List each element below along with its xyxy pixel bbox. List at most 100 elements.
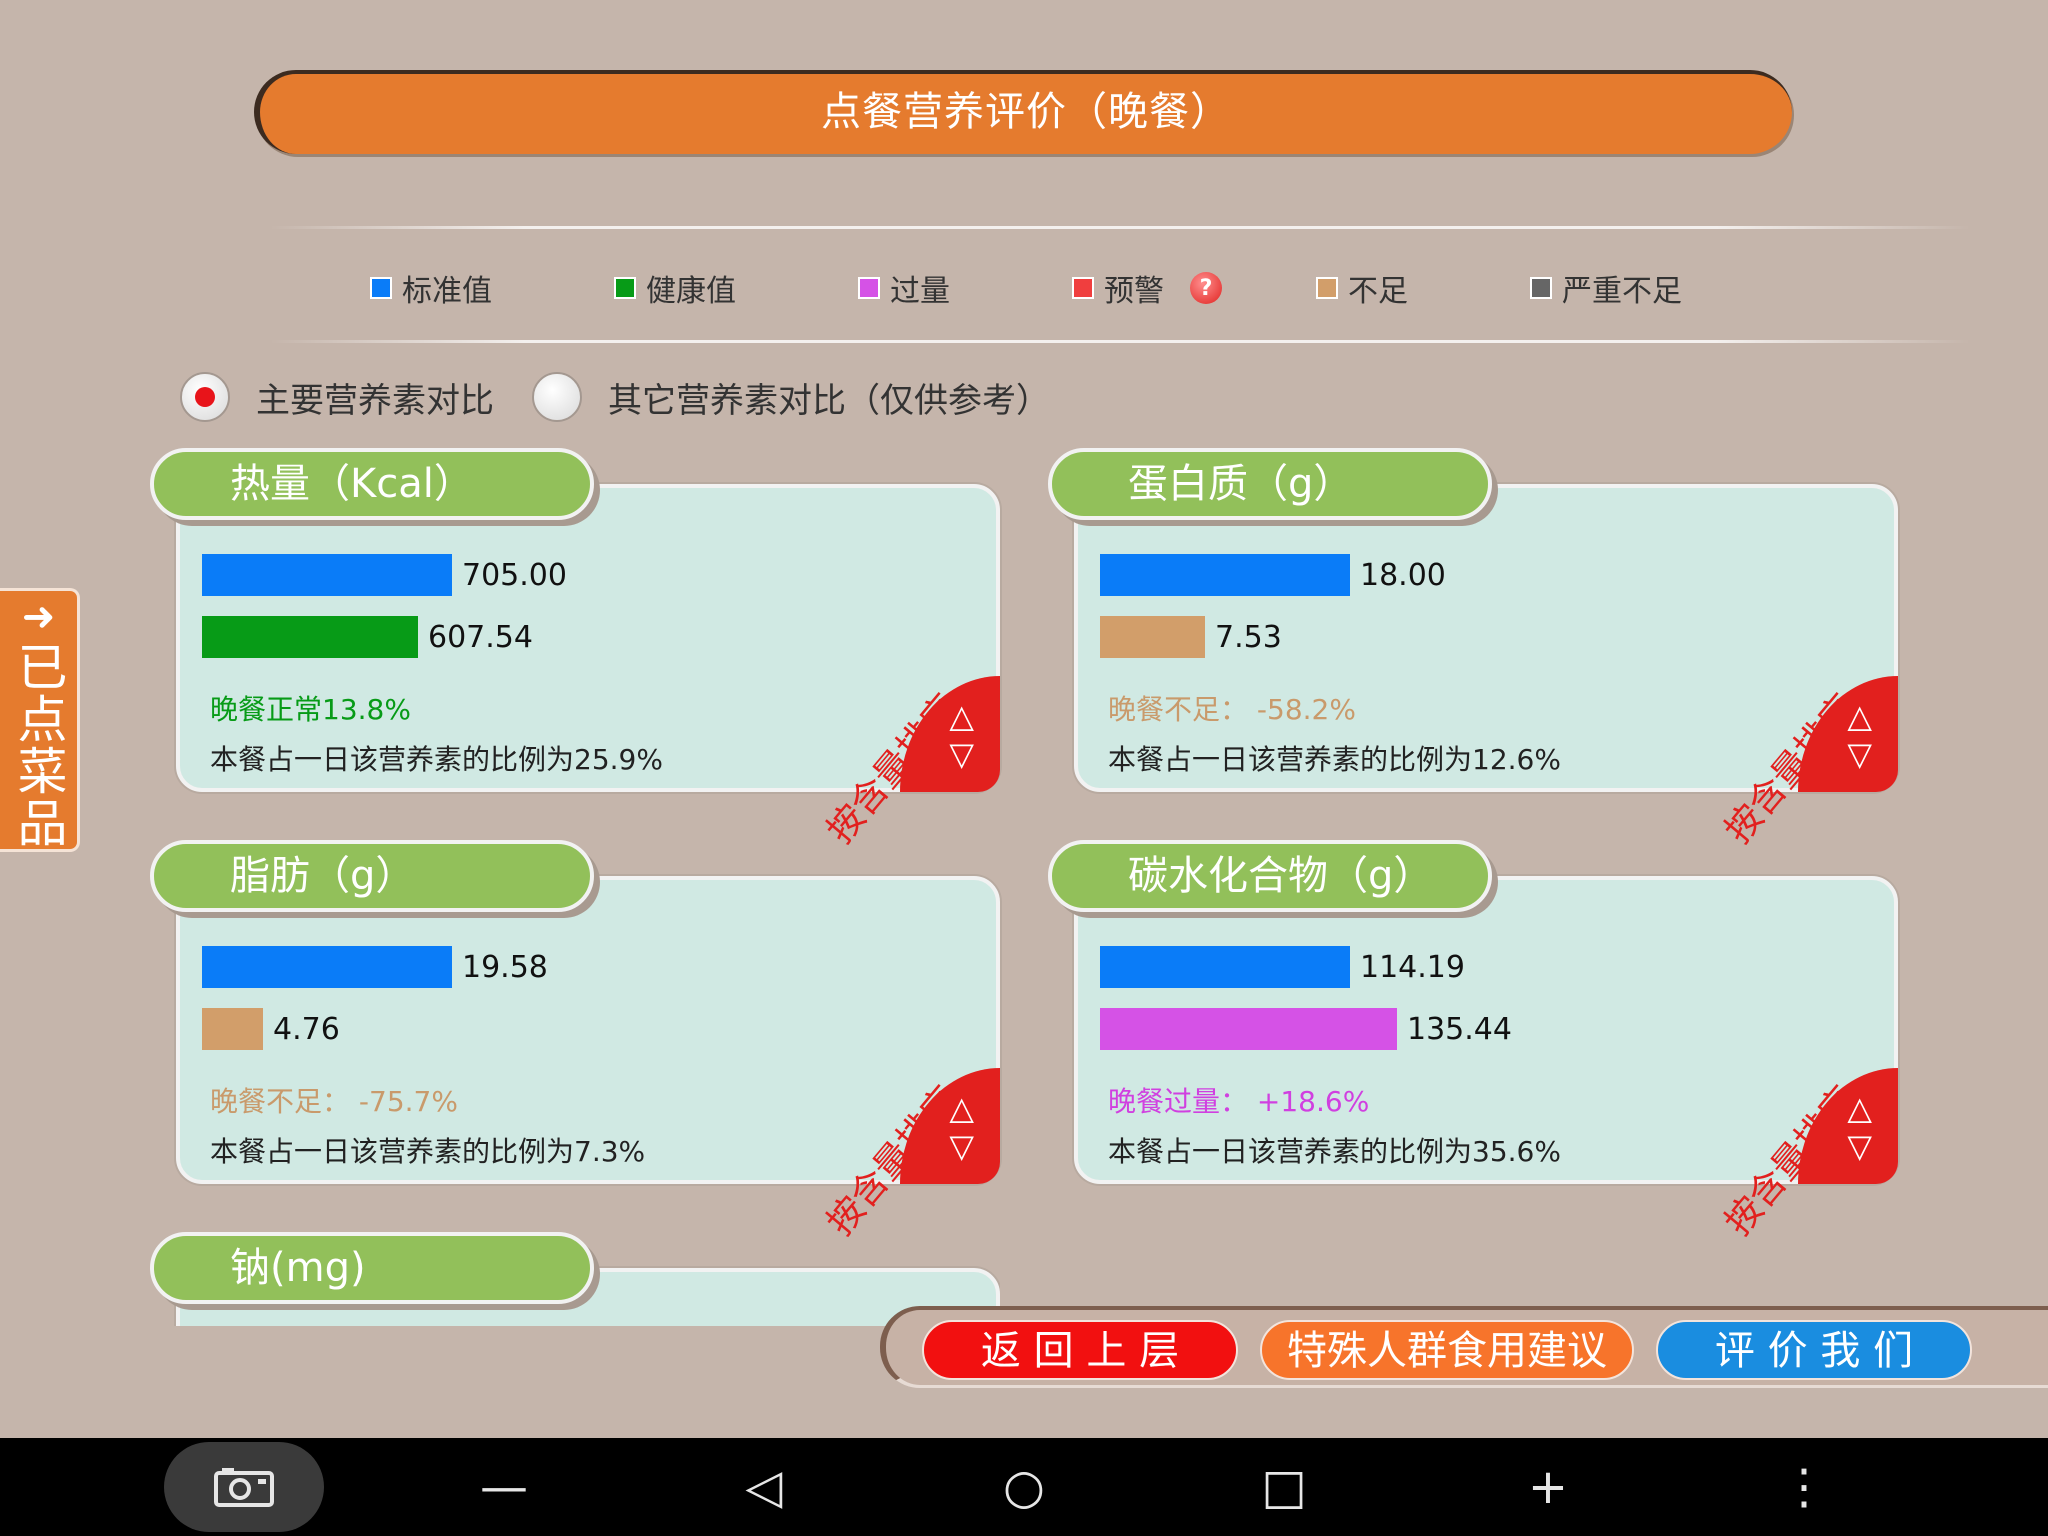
sort-down-icon[interactable]: ▽ — [1847, 1130, 1872, 1162]
rate-us-button[interactable]: 评 价 我 们 — [1656, 1320, 1972, 1380]
actual-value: 7.53 — [1215, 619, 1282, 655]
legend-label: 严重不足 — [1562, 274, 1682, 309]
standard-value: 114.19 — [1360, 949, 1465, 985]
card-body: 19.58 4.76 晚餐不足： -75.7% 本餐占一日该营养素的比例为7.3… — [176, 876, 1000, 1243]
divider — [270, 340, 1970, 343]
ordered-dishes-tab[interactable]: ➜ 已点菜品 — [0, 588, 80, 852]
system-nav-bar: — ◁ ○ □ + ⋮ — [0, 1438, 2048, 1536]
legend-label: 标准值 — [402, 274, 492, 309]
nutrient-card-protein: 18.00 7.53 晚餐不足： -58.2% 本餐占一日该营养素的比例为12.… — [1048, 448, 1898, 851]
tab-main-nutrients[interactable]: 主要营养素对比 — [180, 372, 494, 422]
standard-bar-row: 114.19 — [1100, 946, 1465, 988]
legend-standard: 标准值 — [370, 268, 492, 309]
ratio-text: 本餐占一日该营养素的比例为7.3% — [210, 1135, 646, 1168]
actual-value: 4.76 — [273, 1011, 340, 1047]
actual-bar-row: 4.76 — [202, 1008, 340, 1050]
legend-excess: 过量 — [858, 268, 950, 309]
legend-swatch — [614, 277, 636, 299]
card-title: 蛋白质（g） — [1048, 448, 1492, 520]
card-body: 18.00 7.53 晚餐不足： -58.2% 本餐占一日该营养素的比例为12.… — [1074, 484, 1898, 851]
sort-down-icon[interactable]: ▽ — [1847, 738, 1872, 770]
legend-swatch — [1072, 277, 1094, 299]
back-nav-icon[interactable]: ◁ — [714, 1438, 814, 1536]
legend-swatch — [858, 277, 880, 299]
actual-value: 607.54 — [428, 619, 533, 655]
camera-icon[interactable] — [164, 1442, 324, 1532]
divider — [270, 226, 1970, 229]
tab-other-nutrients[interactable]: 其它营养素对比（仅供参考） — [532, 372, 1050, 422]
legend-swatch — [1530, 277, 1552, 299]
ratio-text: 本餐占一日该营养素的比例为25.9% — [210, 743, 663, 776]
nutrient-card-sodium: 钠(mg) — [150, 1232, 1000, 1326]
actual-bar — [202, 616, 418, 658]
ratio-text: 本餐占一日该营养素的比例为12.6% — [1108, 743, 1561, 776]
question-help-icon[interactable]: ? — [1190, 272, 1222, 304]
volume-up-icon[interactable]: + — [1498, 1438, 1598, 1536]
standard-value: 705.00 — [462, 557, 567, 593]
standard-bar-row: 18.00 — [1100, 554, 1446, 596]
standard-bar — [202, 554, 452, 596]
ratio-text: 本餐占一日该营养素的比例为35.6% — [1108, 1135, 1561, 1168]
sort-up-icon[interactable]: △ — [1847, 1092, 1872, 1124]
nutrient-card-energy: 705.00 607.54 晚餐正常13.8% 本餐占一日该营养素的比例为25.… — [150, 448, 1000, 851]
standard-bar — [1100, 554, 1350, 596]
standard-bar — [1100, 946, 1350, 988]
sort-up-icon[interactable]: △ — [949, 700, 974, 732]
legend-swatch — [370, 277, 392, 299]
nutrient-card-carbohydrate: 114.19 135.44 晚餐过量： +18.6% 本餐占一日该营养素的比例为… — [1048, 840, 1898, 1243]
sort-down-icon[interactable]: ▽ — [949, 738, 974, 770]
status-text: 晚餐正常13.8% — [210, 693, 411, 726]
sort-button[interactable]: △ ▽ — [900, 676, 1000, 792]
card-title: 钠(mg) — [150, 1232, 594, 1304]
volume-down-icon[interactable]: — — [454, 1438, 554, 1536]
back-button[interactable]: 返 回 上 层 — [922, 1320, 1238, 1380]
menu-more-icon[interactable]: ⋮ — [1754, 1438, 1854, 1536]
legend-label: 不足 — [1348, 274, 1408, 309]
sort-up-icon[interactable]: △ — [949, 1092, 974, 1124]
legend-label: 健康值 — [646, 274, 736, 309]
home-nav-icon[interactable]: ○ — [974, 1438, 1074, 1536]
card-title: 碳水化合物（g） — [1048, 840, 1492, 912]
sort-down-icon[interactable]: ▽ — [949, 1130, 974, 1162]
standard-value: 19.58 — [462, 949, 548, 985]
card-title: 脂肪（g） — [150, 840, 594, 912]
actual-bar — [1100, 616, 1205, 658]
status-text: 晚餐不足： -75.7% — [210, 1085, 458, 1118]
legend-warning: 预警 ? — [1072, 268, 1222, 309]
card-body: 114.19 135.44 晚餐过量： +18.6% 本餐占一日该营养素的比例为… — [1074, 876, 1898, 1243]
sort-button[interactable]: △ ▽ — [1798, 1068, 1898, 1184]
camera-icon-glyph — [214, 1468, 274, 1507]
actual-bar-row: 7.53 — [1100, 616, 1282, 658]
legend-label: 预警 — [1104, 274, 1164, 309]
recents-nav-icon[interactable]: □ — [1234, 1438, 1334, 1536]
radio-unselected[interactable] — [532, 372, 582, 422]
sort-up-icon[interactable]: △ — [1847, 700, 1872, 732]
legend-label: 过量 — [890, 274, 950, 309]
actual-value: 135.44 — [1407, 1011, 1512, 1047]
legend-healthy: 健康值 — [614, 268, 736, 309]
nutrient-card-fat: 19.58 4.76 晚餐不足： -75.7% 本餐占一日该营养素的比例为7.3… — [150, 840, 1000, 1243]
legend-severe: 严重不足 — [1530, 268, 1682, 309]
action-bar: 返 回 上 层 特殊人群食用建议 评 价 我 们 — [880, 1306, 2048, 1388]
special-groups-advice-button[interactable]: 特殊人群食用建议 — [1260, 1320, 1634, 1380]
card-title: 热量（Kcal） — [150, 448, 594, 520]
status-text: 晚餐不足： -58.2% — [1108, 693, 1356, 726]
radio-dot — [195, 387, 215, 407]
sort-button[interactable]: △ ▽ — [900, 1068, 1000, 1184]
radio-selected[interactable] — [180, 372, 230, 422]
legend-insufficient: 不足 — [1316, 268, 1408, 309]
tab-label: 主要营养素对比 — [256, 380, 494, 421]
arrow-right-icon: ➜ — [21, 594, 56, 640]
actual-bar-row: 607.54 — [202, 616, 533, 658]
actual-bar — [202, 1008, 263, 1050]
ordered-dishes-label: 已点菜品 — [9, 641, 68, 849]
standard-bar-row: 19.58 — [202, 946, 548, 988]
page-title: 点餐营养评价（晚餐） — [254, 70, 1792, 154]
actual-bar — [1100, 1008, 1397, 1050]
card-body: 705.00 607.54 晚餐正常13.8% 本餐占一日该营养素的比例为25.… — [176, 484, 1000, 851]
sort-button[interactable]: △ ▽ — [1798, 676, 1898, 792]
standard-bar — [202, 946, 452, 988]
tab-label: 其它营养素对比（仅供参考） — [608, 380, 1050, 421]
standard-bar-row: 705.00 — [202, 554, 567, 596]
standard-value: 18.00 — [1360, 557, 1446, 593]
